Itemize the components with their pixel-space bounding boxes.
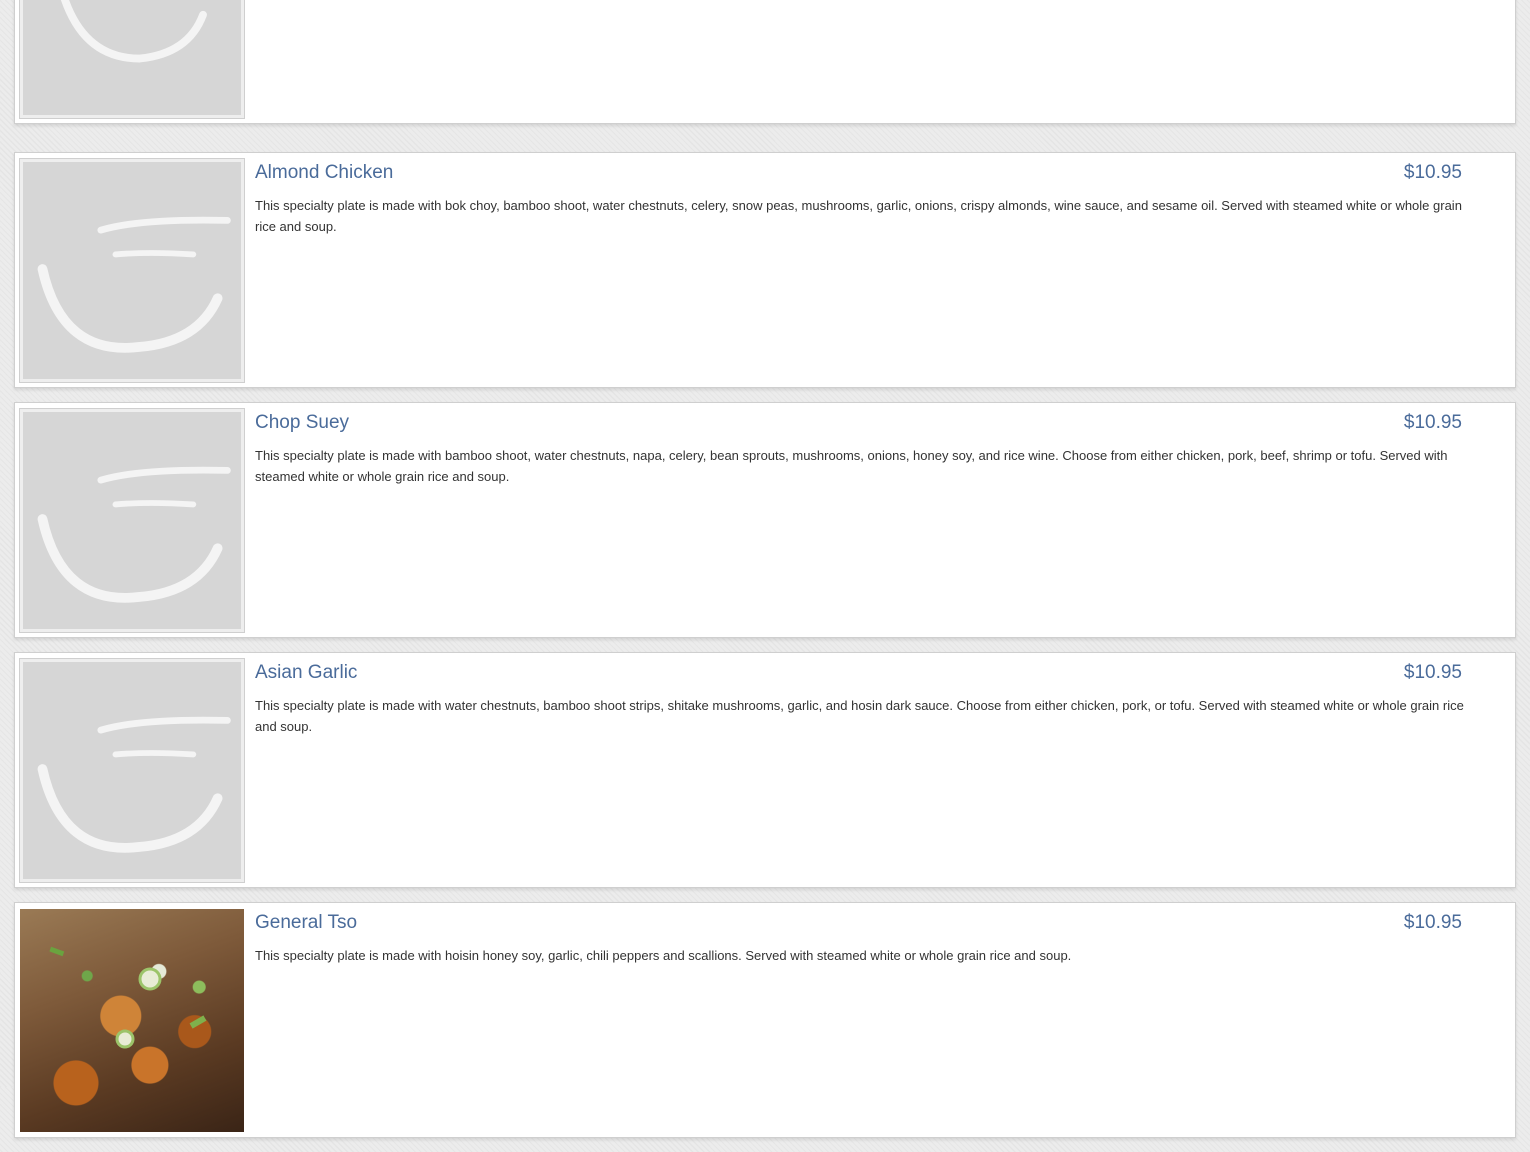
- item-price: $10.95: [1403, 412, 1462, 433]
- item-name[interactable]: General Tso: [255, 912, 357, 934]
- bowl-logo-icon: [60, 0, 207, 63]
- item-name[interactable]: Almond Chicken: [255, 162, 393, 184]
- bowl-logo-icon: [37, 216, 231, 353]
- general-tso-photo[interactable]: [20, 909, 244, 1132]
- bowl-logo-icon: [37, 466, 231, 603]
- placeholder-logo-image[interactable]: [20, 0, 244, 118]
- bowl-logo-icon: [37, 716, 231, 853]
- menu-item-chop-suey[interactable]: Chop Suey $10.95 This specialty plate is…: [14, 402, 1516, 638]
- menu-list: Almond Chicken $10.95 This specialty pla…: [14, 0, 1516, 1152]
- item-description: This specialty plate is made with bamboo…: [255, 448, 1448, 484]
- food-photo-icon: [49, 946, 207, 1049]
- menu-item-general-tso[interactable]: General Tso $10.95 This specialty plate …: [14, 902, 1516, 1138]
- item-description: This specialty plate is made with hoisin…: [255, 948, 1072, 963]
- item-name[interactable]: Chop Suey: [255, 412, 349, 434]
- placeholder-logo-image[interactable]: [20, 659, 244, 882]
- menu-item-asian-garlic[interactable]: Asian Garlic $10.95 This specialty plate…: [14, 652, 1516, 888]
- item-price: $10.95: [1403, 162, 1462, 183]
- placeholder-logo-image[interactable]: [20, 409, 244, 632]
- menu-item: [14, 0, 1516, 124]
- item-price: $10.95: [1403, 662, 1462, 683]
- item-price: $10.95: [1403, 912, 1462, 933]
- menu-item-almond-chicken[interactable]: Almond Chicken $10.95 This specialty pla…: [14, 152, 1516, 388]
- placeholder-logo-image[interactable]: [20, 159, 244, 382]
- item-description: This specialty plate is made with water …: [255, 698, 1464, 734]
- item-name[interactable]: Asian Garlic: [255, 662, 357, 684]
- item-description: This specialty plate is made with bok ch…: [255, 198, 1462, 234]
